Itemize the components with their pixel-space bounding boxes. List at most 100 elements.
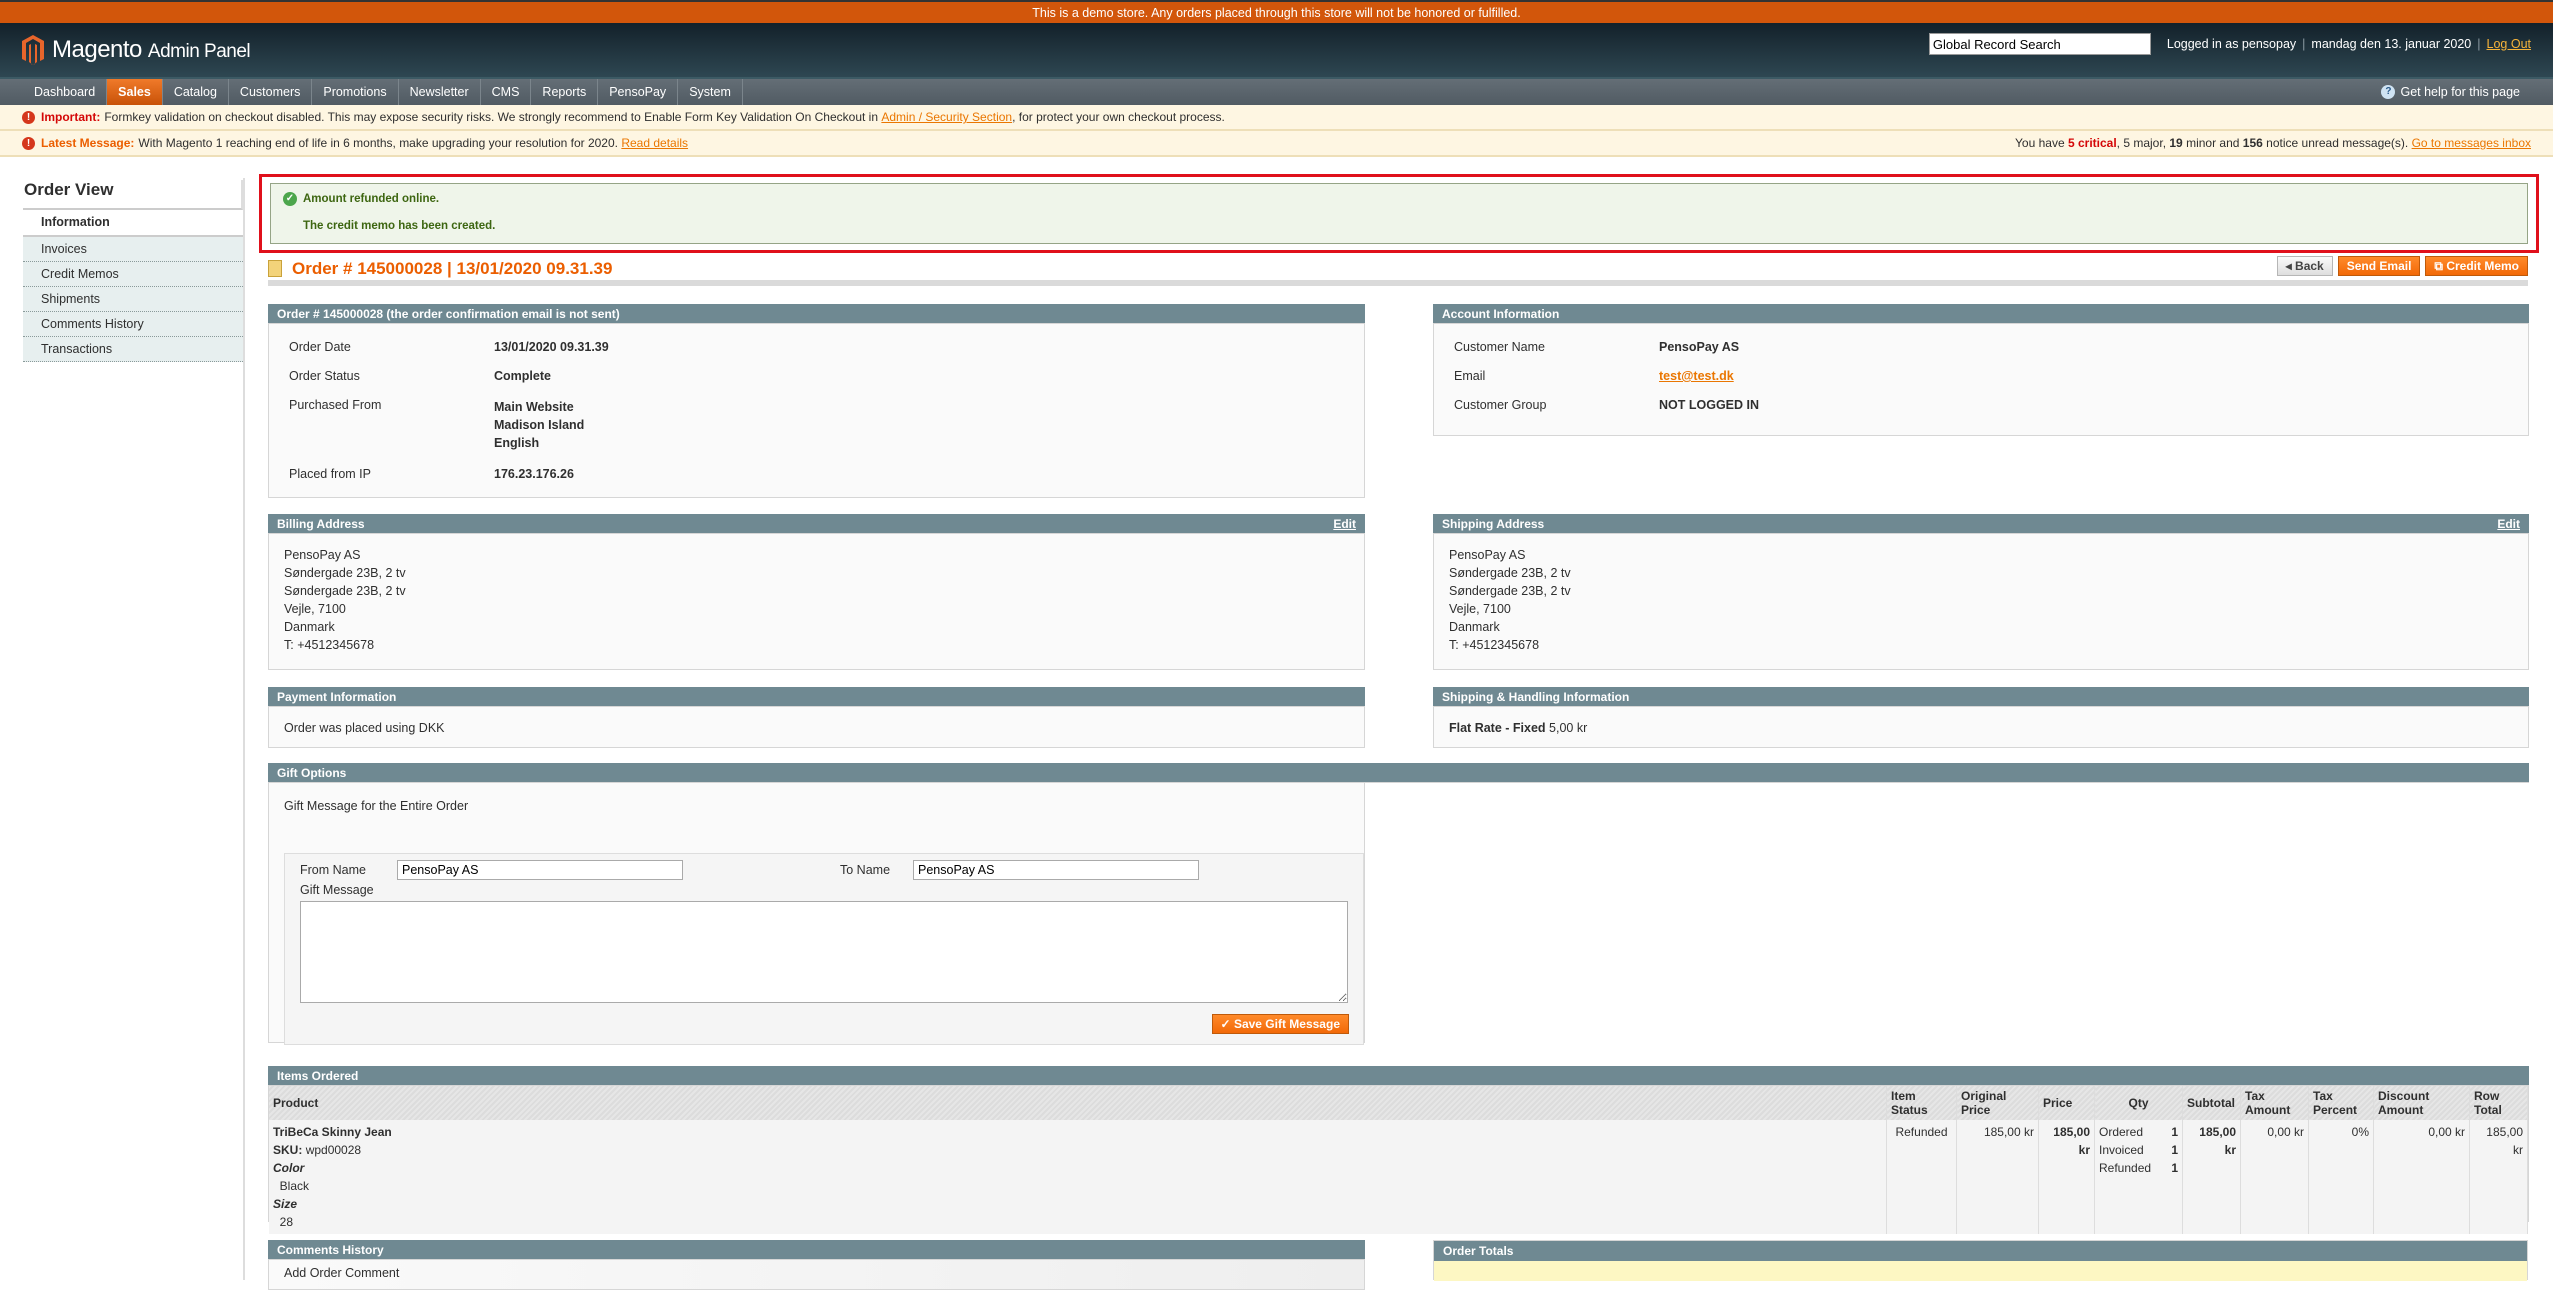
latest-label: Latest Message: <box>41 136 135 150</box>
gift-message-textarea[interactable] <box>300 901 1348 1003</box>
logo-brand: Magento <box>52 36 142 63</box>
nav-customers[interactable]: Customers <box>229 79 313 105</box>
gift-subtitle: Gift Message for the Entire Order <box>284 799 469 813</box>
nav-pensopay[interactable]: PensoPay <box>598 79 679 105</box>
order-info-box: Order # 145000028 (the order confirmatio… <box>268 304 1365 498</box>
customer-name-label: Customer Name <box>1454 340 1545 354</box>
important-text: Formkey validation on checkout disabled.… <box>104 110 879 124</box>
shipping-address-box: Shipping Address Edit PensoPay AS Sønderga… <box>1433 514 2529 670</box>
nav-cms[interactable]: CMS <box>481 79 532 105</box>
subtotal: 185,00 kr <box>2199 1125 2236 1157</box>
discount-amount: 0,00 kr <box>2373 1120 2470 1234</box>
order-status-label: Order Status <box>289 369 360 383</box>
tax-amount: 0,00 kr <box>2240 1120 2309 1234</box>
shipping-edit-link[interactable]: Edit <box>2497 514 2520 534</box>
customer-name-value: PensoPay AS <box>1659 340 1740 354</box>
success-message: The credit memo has been created. <box>303 220 496 232</box>
important-tail: , for protect your own checkout process. <box>1012 110 1225 124</box>
main-nav: Dashboard Sales Catalog Customers Promot… <box>0 77 2553 105</box>
admin-header: MagentoAdmin Panel Logged in as pensopay… <box>0 23 2553 77</box>
save-gift-label: Save Gift Message <box>1233 1017 1340 1031</box>
gift-message-label: Gift Message <box>300 883 374 897</box>
col-price: Price <box>2038 1086 2095 1120</box>
comments-history-header: Comments History <box>268 1240 1365 1260</box>
gift-options-box: Gift Options Gift Message for the Entire… <box>268 763 2529 1045</box>
critical-count: 5 critical <box>2067 136 2117 150</box>
security-section-link[interactable]: Admin / Security Section <box>881 110 1012 124</box>
order-status-value: Complete <box>494 369 551 383</box>
billing-line: Vejle, 7100 <box>284 602 346 616</box>
row-total: 185,00 kr <box>2469 1120 2528 1234</box>
account-info-box: Account Information Customer Name PensoPa… <box>1433 304 2529 436</box>
page-title: Order # 145000028 | 13/01/2020 09.31.39 <box>292 259 613 278</box>
notice-count: 156 <box>2242 136 2263 150</box>
gift-message-form: From Name To Name Gift Message ✓ Save Gi… <box>284 853 1364 1045</box>
col-discount: Discount Amount <box>2373 1086 2470 1120</box>
tab-transactions[interactable]: Transactions <box>23 337 243 362</box>
customer-group-value: NOT LOGGED IN <box>1659 398 1759 412</box>
nav-system[interactable]: System <box>678 79 743 105</box>
qty-label: Refunded <box>2099 1161 2152 1175</box>
latest-message-notice: ! Latest Message: With Magento 1 reachin… <box>0 131 2553 157</box>
global-record-search-input[interactable] <box>1928 33 2151 55</box>
nav-newsletter[interactable]: Newsletter <box>399 79 481 105</box>
sidebar-title: Order View <box>23 180 243 210</box>
back-button[interactable]: ◂ Back <box>2276 256 2333 276</box>
items-ordered-box: Items Ordered Product Item Status Origin… <box>268 1066 2529 1234</box>
billing-edit-link[interactable]: Edit <box>1333 514 1356 534</box>
messages-inbox-link[interactable]: Go to messages inbox <box>2412 136 2531 150</box>
tab-information[interactable]: Information <box>23 210 243 237</box>
col-original-price: Original Price <box>1956 1086 2039 1120</box>
logged-in-text: Logged in as pensopay <box>2166 37 2297 51</box>
order-info-header: Order # 145000028 (the order confirmatio… <box>268 304 1365 324</box>
billing-header: Billing Address <box>277 517 365 531</box>
billing-address-box: Billing Address Edit PensoPay AS Søndergad… <box>268 514 1365 670</box>
purchased-from-label: Purchased From <box>289 398 382 412</box>
billing-line: Danmark <box>284 620 335 634</box>
col-row-total: Row Total <box>2469 1086 2528 1120</box>
nav-catalog[interactable]: Catalog <box>163 79 229 105</box>
nav-promotions[interactable]: Promotions <box>312 79 399 105</box>
tab-invoices[interactable]: Invoices <box>23 237 243 262</box>
credit-memo-label: Credit Memo <box>2446 259 2519 273</box>
important-notice: ! Important: Formkey validation on check… <box>0 105 2553 131</box>
from-name-input[interactable] <box>397 860 683 880</box>
nav-sales[interactable]: Sales <box>107 79 163 105</box>
logo-sub: Admin Panel <box>147 41 251 62</box>
qty-value: 1 <box>2171 1161 2178 1175</box>
shipping-line: Søndergade 23B, 2 tv <box>1449 566 1571 580</box>
tax-percent: 0% <box>2308 1120 2374 1234</box>
nav-dashboard[interactable]: Dashboard <box>23 79 108 105</box>
save-gift-message-button[interactable]: ✓ Save Gift Message <box>1211 1014 1349 1034</box>
success-message: Amount refunded online. <box>303 193 440 206</box>
demo-store-notice: This is a demo store. Any orders placed … <box>0 0 2553 23</box>
help-link[interactable]: ? Get help for this page <box>2370 79 2531 105</box>
customer-email-link[interactable]: test@test.dk <box>1659 369 2508 383</box>
gift-options-header: Gift Options <box>268 763 2529 783</box>
purchased-from-value: Main Website Madison Island English <box>494 400 585 450</box>
logout-link[interactable]: Log Out <box>2487 37 2531 51</box>
read-details-link[interactable]: Read details <box>621 136 688 150</box>
magento-logo[interactable]: Magento Admin Panel <box>22 35 251 65</box>
tab-shipments[interactable]: Shipments <box>23 287 243 312</box>
account-info-header: Account Information <box>1433 304 2529 324</box>
send-email-button[interactable]: Send Email <box>2337 256 2421 276</box>
sku-label: SKU: <box>273 1143 303 1157</box>
shipping-line: Søndergade 23B, 2 tv <box>1449 584 1571 598</box>
items-ordered-header: Items Ordered <box>268 1066 2529 1086</box>
to-name-input[interactable] <box>913 860 1199 880</box>
qty-value: 1 <box>2171 1143 2178 1157</box>
billing-line: Søndergade 23B, 2 tv <box>284 584 406 598</box>
order-document-icon <box>268 260 282 277</box>
nav-reports[interactable]: Reports <box>531 79 599 105</box>
option-value: Black <box>279 1179 310 1193</box>
order-totals-body <box>1434 1261 2527 1281</box>
email-label: Email <box>1454 369 1486 383</box>
credit-memo-button[interactable]: ⧉ Credit Memo <box>2425 256 2528 276</box>
shipping-method-header: Shipping & Handling Information <box>1433 687 2529 707</box>
qty-label: Ordered <box>2099 1125 2144 1139</box>
tab-credit-memos[interactable]: Credit Memos <box>23 262 243 287</box>
qty-label: Invoiced <box>2099 1143 2144 1157</box>
tab-comments-history[interactable]: Comments History <box>23 312 243 337</box>
option-label: Color <box>273 1161 305 1175</box>
